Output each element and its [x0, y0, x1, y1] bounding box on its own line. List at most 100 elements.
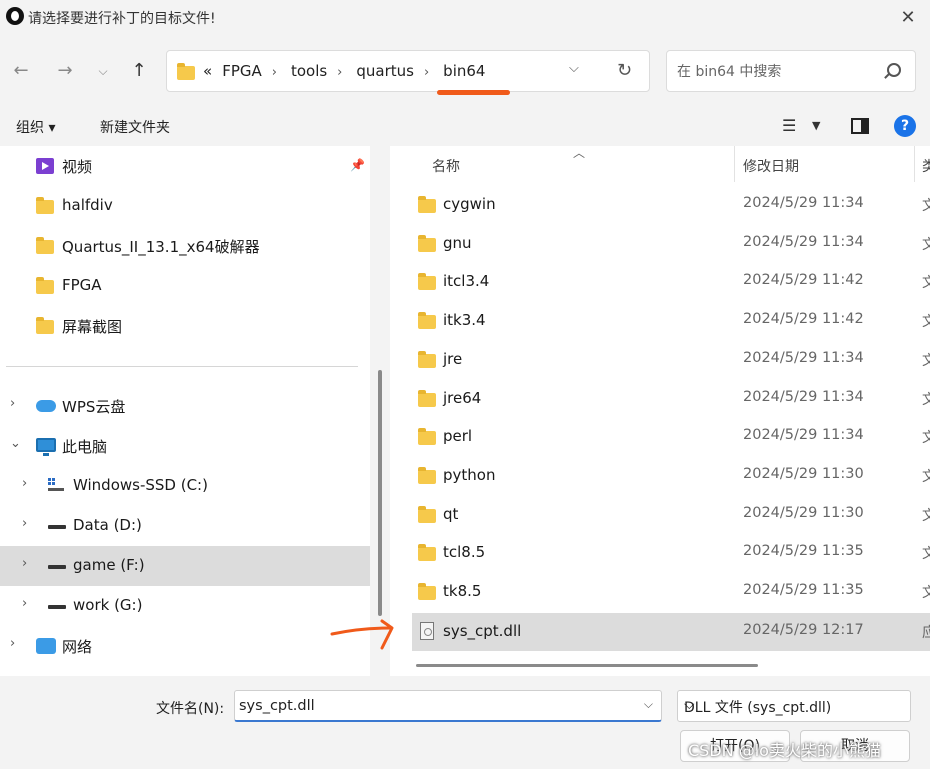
filename-combobox[interactable]: ⌵: [234, 690, 662, 722]
sidebar-item-label: 视频: [62, 158, 93, 176]
sidebar-item-videos[interactable]: 视频 📌: [0, 146, 370, 186]
file-type: 应: [922, 625, 930, 641]
file-name: tk8.5: [443, 582, 482, 600]
chevron-down-icon[interactable]: ⌵: [644, 697, 653, 712]
filetype-select[interactable]: DLL 文件 (sys_cpt.dll) ⌵: [677, 690, 911, 722]
file-name: qt: [443, 505, 459, 523]
file-row[interactable]: jre64 2024/5/29 11:34 文: [412, 380, 930, 418]
file-row[interactable]: perl 2024/5/29 11:34 文: [412, 418, 930, 456]
chevron-right-icon[interactable]: ›: [22, 596, 27, 611]
pin-icon[interactable]: 📌: [350, 158, 365, 172]
sidebar-item-drive-f[interactable]: › game (F:): [0, 546, 370, 586]
sort-ascending-icon: ︿: [573, 146, 586, 160]
file-type: 文: [922, 353, 930, 369]
breadcrumb-overflow[interactable]: «: [203, 62, 212, 80]
column-header-name[interactable]: 名称: [432, 156, 460, 176]
sidebar-scrollbar[interactable]: [378, 370, 382, 616]
folder-icon: [418, 390, 436, 407]
chevron-right-icon[interactable]: ›: [10, 396, 15, 411]
chevron-right-icon[interactable]: ›: [10, 636, 15, 651]
file-date: 2024/5/29 12:17: [743, 622, 864, 638]
organize-menu[interactable]: 组织 ▾: [16, 117, 55, 137]
filename-input[interactable]: [239, 696, 629, 716]
chevron-down-icon: ⌵: [684, 697, 695, 713]
file-row[interactable]: itcl3.4 2024/5/29 11:42 文: [412, 263, 930, 301]
breadcrumb-item-quartus[interactable]: quartus: [356, 62, 414, 80]
search-icon[interactable]: [887, 63, 901, 77]
breadcrumb-item-tools[interactable]: tools: [291, 62, 327, 80]
chevron-right-icon[interactable]: ›: [272, 65, 277, 80]
sidebar-item-this-pc[interactable]: ⌄ 此电脑: [0, 426, 370, 466]
search-input[interactable]: [677, 61, 877, 83]
breadcrumb: « FPGA › tools › quartus › bin64: [203, 62, 495, 80]
file-row-selected[interactable]: sys_cpt.dll 2024/5/29 12:17 应: [412, 613, 930, 651]
sidebar-divider: [6, 366, 358, 367]
file-name: itk3.4: [443, 311, 486, 329]
column-separator[interactable]: [914, 146, 915, 182]
file-date: 2024/5/29 11:42: [743, 311, 864, 327]
file-type: 文: [922, 546, 930, 562]
dialog-footer: 文件名(N): ⌵ DLL 文件 (sys_cpt.dll) ⌵ 打开(O) 取…: [0, 676, 930, 769]
sidebar-item-network[interactable]: › 网络: [0, 626, 370, 666]
column-header-date[interactable]: 修改日期: [743, 156, 799, 176]
file-name: jre: [443, 350, 463, 368]
chevron-right-icon[interactable]: ›: [22, 516, 27, 531]
sidebar-item-drive-g[interactable]: › work (G:): [0, 586, 370, 626]
address-dropdown-icon[interactable]: ⌵: [569, 61, 579, 76]
folder-icon: [418, 273, 436, 290]
up-button[interactable]: ↑: [126, 58, 152, 84]
recent-locations-button[interactable]: ⌵: [90, 58, 116, 84]
sidebar-item-quartus-crack[interactable]: Quartus_II_13.1_x64破解器: [0, 226, 370, 266]
file-row[interactable]: qt 2024/5/29 11:30 文: [412, 496, 930, 534]
file-row[interactable]: tcl8.5 2024/5/29 11:35 文: [412, 534, 930, 572]
back-button[interactable]: ←: [8, 58, 34, 84]
file-row[interactable]: python 2024/5/29 11:30 文: [412, 457, 930, 495]
breadcrumb-item-bin64[interactable]: bin64: [443, 62, 485, 80]
view-list-icon[interactable]: ☰: [782, 116, 796, 135]
file-row[interactable]: cygwin 2024/5/29 11:34 文: [412, 186, 930, 224]
app-icon: [6, 7, 24, 25]
close-button[interactable]: ✕: [894, 4, 922, 32]
file-date: 2024/5/29 11:42: [743, 272, 864, 288]
arrow-left-icon: ←: [13, 60, 29, 81]
sidebar-item-drive-c[interactable]: › Windows-SSD (C:): [0, 466, 370, 506]
drive-icon: [48, 565, 66, 569]
file-row[interactable]: jre 2024/5/29 11:34 文: [412, 341, 930, 379]
file-row[interactable]: tk8.5 2024/5/29 11:35 文: [412, 573, 930, 611]
file-row[interactable]: gnu 2024/5/29 11:34 文: [412, 225, 930, 263]
file-list-scrollbar[interactable]: [416, 664, 758, 667]
breadcrumb-item-fpga[interactable]: FPGA: [222, 62, 262, 80]
forward-button[interactable]: →: [52, 58, 78, 84]
view-options-dropdown-icon[interactable]: ▼: [812, 119, 820, 132]
preview-pane-icon[interactable]: [851, 118, 869, 134]
sidebar-item-label: Quartus_II_13.1_x64破解器: [62, 238, 260, 256]
chevron-right-icon[interactable]: ›: [337, 65, 342, 80]
search-box[interactable]: [666, 50, 916, 92]
file-type: 文: [922, 237, 930, 253]
file-date: 2024/5/29 11:35: [743, 543, 864, 559]
sidebar-item-screenshots[interactable]: 屏幕截图: [0, 306, 370, 346]
drive-icon: [48, 525, 66, 529]
file-name: python: [443, 466, 496, 484]
address-bar[interactable]: « FPGA › tools › quartus › bin64 ⌵ ↻: [166, 50, 650, 92]
column-header-type[interactable]: 类: [922, 156, 930, 176]
sidebar-item-fpga[interactable]: FPGA: [0, 266, 370, 306]
arrow-right-icon: →: [57, 60, 73, 81]
sidebar-item-wps-cloud[interactable]: › WPS云盘: [0, 386, 370, 426]
sidebar-item-halfdiv[interactable]: halfdiv: [0, 186, 370, 226]
chevron-right-icon[interactable]: ›: [22, 476, 27, 491]
file-name: cygwin: [443, 195, 496, 213]
file-name: itcl3.4: [443, 272, 490, 290]
chevron-right-icon[interactable]: ›: [22, 556, 27, 571]
folder-icon: [418, 506, 436, 523]
help-icon[interactable]: ?: [894, 115, 916, 137]
chevron-down-icon[interactable]: ⌄: [10, 436, 21, 451]
sidebar-item-label: FPGA: [62, 276, 102, 294]
new-folder-button[interactable]: 新建文件夹: [100, 117, 170, 137]
sidebar-item-drive-d[interactable]: › Data (D:): [0, 506, 370, 546]
chevron-right-icon[interactable]: ›: [424, 65, 429, 80]
refresh-icon[interactable]: ↻: [617, 60, 632, 81]
file-row[interactable]: itk3.4 2024/5/29 11:42 文: [412, 302, 930, 340]
file-name: jre64: [443, 389, 482, 407]
column-separator[interactable]: [734, 146, 735, 182]
